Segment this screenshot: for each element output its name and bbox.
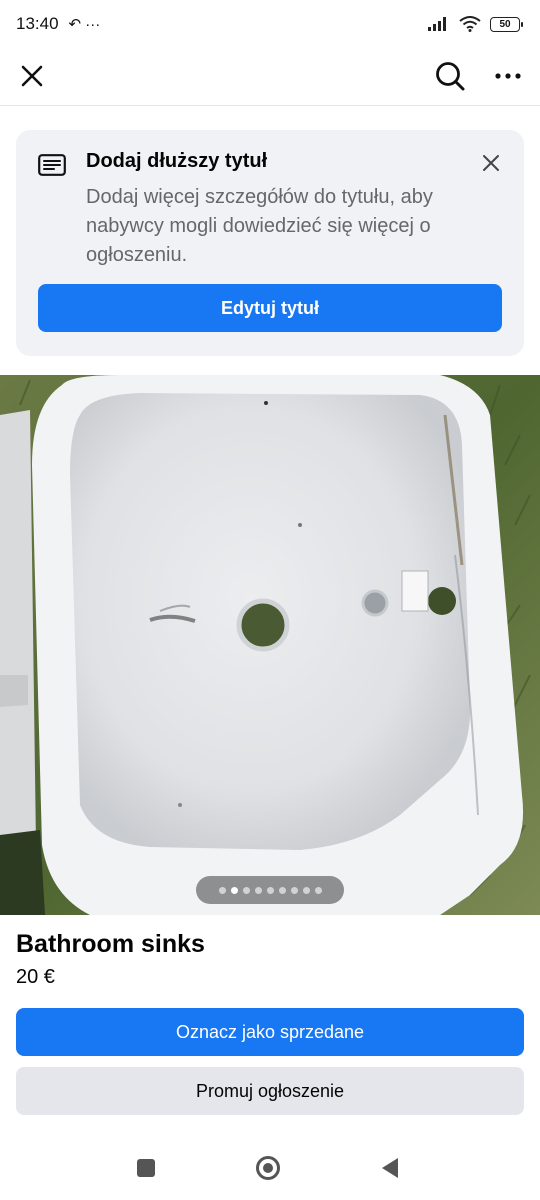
- status-bar: 13:40 ↶ ··· 50: [0, 0, 540, 48]
- dismiss-card-button[interactable]: [478, 150, 504, 176]
- status-time: 13:40: [16, 14, 59, 33]
- system-navigation-bar: [0, 1140, 540, 1200]
- document-icon: [38, 154, 66, 176]
- search-button[interactable]: [430, 56, 470, 96]
- top-app-bar: [0, 48, 540, 106]
- listing-title: Bathroom sinks: [16, 930, 205, 958]
- gallery-dot: [302, 886, 310, 894]
- card-title: Dodaj dłuższy tytuł: [86, 150, 268, 172]
- mark-as-sold-button[interactable]: Oznacz jako sprzedane: [16, 1008, 524, 1056]
- sink-photo: [0, 375, 540, 915]
- gallery-dot-active: [230, 886, 238, 894]
- edit-title-button[interactable]: Edytuj tytuł: [38, 284, 502, 332]
- gallery-dot: [278, 886, 286, 894]
- square-icon: [137, 1159, 155, 1177]
- gallery-indicator: [196, 876, 344, 904]
- card-description: Dodaj więcej szczegółów do tytułu, aby n…: [86, 186, 433, 266]
- close-button[interactable]: [14, 58, 50, 94]
- listing-price: 20 €: [16, 966, 55, 988]
- status-left: 13:40 ↶ ···: [16, 14, 100, 34]
- gallery-dot: [266, 886, 274, 894]
- gallery-dot: [218, 886, 226, 894]
- title-suggestion-card: Dodaj dłuższy tytuł Dodaj więcej szczegó…: [16, 130, 524, 356]
- wifi-icon: [459, 16, 481, 32]
- gallery-dot: [254, 886, 262, 894]
- gallery-dot: [314, 886, 322, 894]
- promote-listing-button[interactable]: Promuj ogłoszenie: [16, 1067, 524, 1115]
- search-icon: [436, 62, 465, 91]
- close-icon: [483, 155, 499, 171]
- status-right: 50: [428, 16, 523, 32]
- close-icon: [21, 65, 43, 87]
- back-triangle-icon: [382, 1158, 398, 1178]
- more-options-button[interactable]: [490, 58, 526, 94]
- gallery-dot: [242, 886, 250, 894]
- status-extra-icons: ↶ ···: [68, 16, 101, 33]
- recent-apps-button[interactable]: [126, 1148, 166, 1188]
- gallery-dot: [290, 886, 298, 894]
- more-icon: [495, 73, 521, 79]
- listing-photo[interactable]: [0, 375, 540, 915]
- home-circle-icon: [256, 1156, 280, 1180]
- signal-icon: [428, 17, 446, 31]
- home-button[interactable]: [248, 1148, 288, 1188]
- battery-level: 50: [499, 18, 511, 30]
- back-button[interactable]: [370, 1148, 410, 1188]
- battery-icon: 50: [490, 16, 523, 32]
